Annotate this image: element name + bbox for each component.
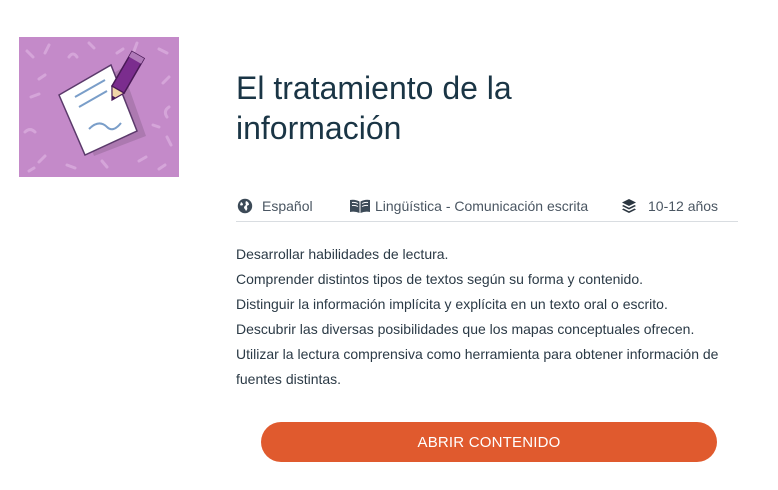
- list-item: Descubrir las diversas posibilidades que…: [236, 321, 695, 337]
- meta-language-label: Español: [262, 198, 313, 214]
- content-meta: Español Lingüística - Comunicación escri…: [236, 193, 738, 222]
- objectives-list: Desarrollar habilidades de lectura. Comp…: [236, 242, 736, 392]
- open-content-button[interactable]: ABRIR CONTENIDO: [261, 422, 717, 462]
- open-book-icon: [349, 197, 371, 215]
- list-item: Comprender distintos tipos de textos seg…: [236, 271, 643, 287]
- layers-icon: [620, 197, 638, 215]
- list-item: Distinguir la información implícita y ex…: [236, 296, 668, 312]
- meta-subject: Lingüística - Comunicación escrita: [349, 197, 588, 215]
- meta-subject-label: Lingüística - Comunicación escrita: [375, 198, 589, 214]
- globe-icon: [236, 197, 254, 215]
- meta-age: 10-12 años: [620, 197, 718, 215]
- meta-language: Español: [236, 197, 313, 215]
- content-title: El tratamiento de la información: [236, 70, 512, 146]
- list-item: Desarrollar habilidades de lectura.: [236, 246, 449, 262]
- paper-and-pencil-icon: [19, 37, 179, 177]
- content-thumbnail[interactable]: [19, 37, 179, 177]
- meta-age-label: 10-12 años: [648, 198, 719, 214]
- list-item: Utilizar la lectura comprensiva como her…: [236, 346, 719, 387]
